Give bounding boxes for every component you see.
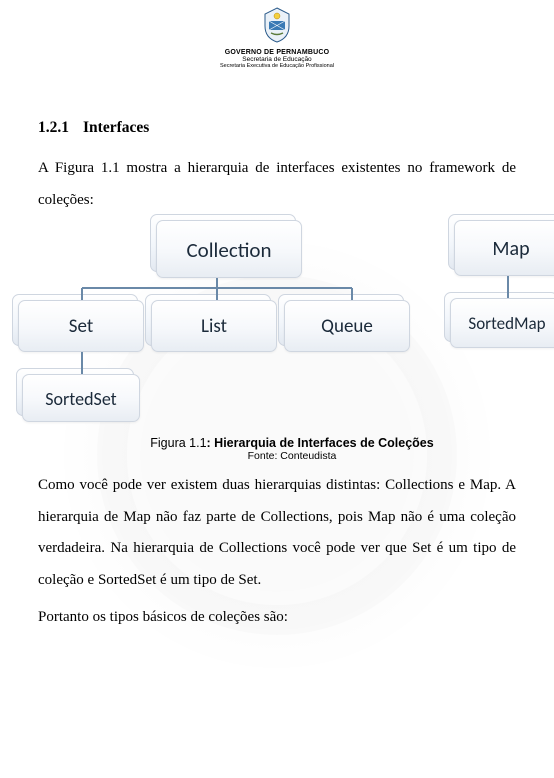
- header-line-1: GOVERNO DE PERNAMBUCO: [0, 49, 554, 56]
- node-sortedset: SortedSet: [22, 374, 140, 422]
- figure-caption: Figura 1.1: Hierarquia de Interfaces de …: [12, 436, 554, 462]
- node-queue: Queue: [284, 300, 410, 352]
- node-sortedmap: SortedMap: [450, 298, 554, 348]
- paragraph-2: Como você pode ver existem duas hierarqu…: [38, 470, 516, 596]
- section-number: 1.2.1: [38, 119, 69, 137]
- hierarchy-diagram: Collection Set List Queue: [12, 220, 554, 462]
- page-header: GOVERNO DE PERNAMBUCO Secretaria de Educ…: [0, 0, 554, 69]
- section-title: Interfaces: [83, 119, 149, 136]
- caption-source: Fonte: Conteudista: [12, 450, 554, 462]
- government-crest-icon: [260, 6, 294, 44]
- node-collection: Collection: [156, 220, 302, 278]
- node-set: Set: [18, 300, 144, 352]
- node-list: List: [151, 300, 277, 352]
- intro-paragraph: A Figura 1.1 mostra a hierarquia de inte…: [38, 153, 516, 216]
- node-map: Map: [454, 220, 554, 276]
- paragraph-3: Portanto os tipos básicos de coleções sã…: [38, 602, 516, 634]
- header-line-2: Secretaria de Educação: [0, 56, 554, 63]
- section-heading: 1.2.1 Interfaces: [38, 119, 516, 137]
- page-content: 1.2.1 Interfaces A Figura 1.1 mostra a hi…: [0, 69, 554, 634]
- caption-label: Figura 1.1: [150, 436, 206, 450]
- caption-title: : Hierarquia de Interfaces de Coleções: [207, 436, 434, 450]
